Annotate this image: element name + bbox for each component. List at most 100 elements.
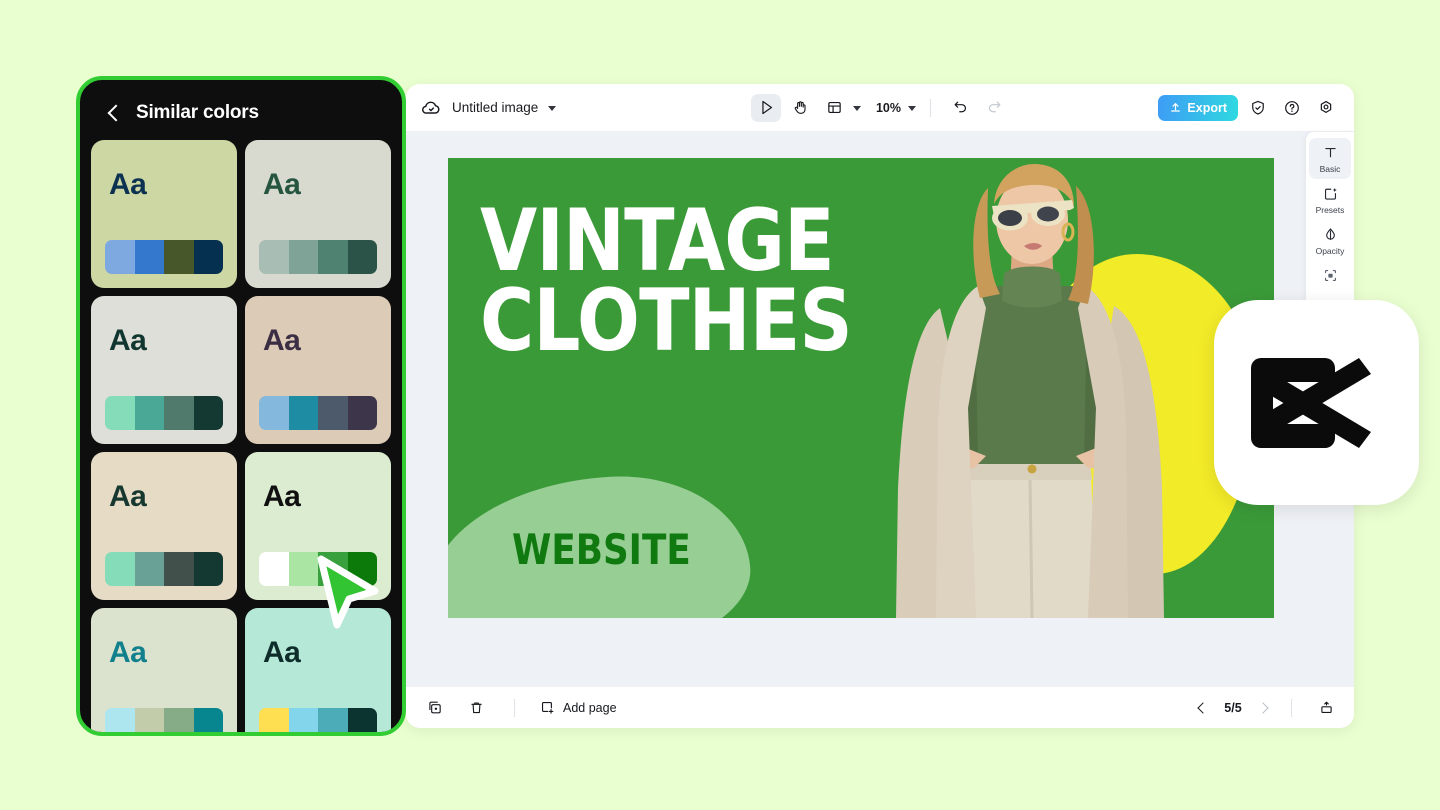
artboard-page[interactable]: VINTAGE CLOTHES WEBSITE xyxy=(448,158,1274,618)
rail-item-presets[interactable]: Presets xyxy=(1309,179,1351,220)
color-palette-card[interactable]: Aa xyxy=(245,296,391,444)
select-tool-button[interactable] xyxy=(750,93,781,122)
shield-button[interactable] xyxy=(1244,94,1272,122)
topbar-tools-group: 10% xyxy=(750,93,1009,122)
card-sample-text: Aa xyxy=(263,168,301,201)
delete-page-button[interactable] xyxy=(462,694,490,722)
color-swatch xyxy=(259,552,289,586)
color-palette-card[interactable]: Aa xyxy=(245,140,391,288)
duplicate-page-button[interactable] xyxy=(420,694,448,722)
artboard-subhead[interactable]: WEBSITE xyxy=(512,525,691,574)
right-tool-rail: Basic Presets Opacity xyxy=(1306,132,1354,322)
color-swatch xyxy=(259,708,289,732)
undo-arrow-icon xyxy=(954,101,966,113)
capcut-logo-icon xyxy=(1250,357,1371,448)
hand-pan-icon xyxy=(794,101,806,114)
page-indicator: 5/5 xyxy=(1224,700,1242,715)
next-page-button[interactable] xyxy=(1257,701,1271,715)
color-swatch xyxy=(193,240,223,274)
panel-header: Similar colors xyxy=(80,80,402,140)
color-palette-card[interactable]: Aa xyxy=(245,608,391,732)
color-swatch xyxy=(259,240,289,274)
color-palette-card[interactable]: Aa xyxy=(245,452,391,600)
rail-item-opacity[interactable]: Opacity xyxy=(1309,220,1351,261)
layout-grid-icon xyxy=(827,101,841,114)
zoom-level-value[interactable]: 10% xyxy=(873,101,904,115)
presets-sparkle-icon xyxy=(1324,187,1337,200)
undo-button[interactable] xyxy=(945,94,975,122)
card-swatch-row xyxy=(259,552,377,586)
card-sample-text: Aa xyxy=(263,324,301,357)
color-palette-card[interactable]: Aa xyxy=(91,452,237,600)
capcut-logo xyxy=(1214,300,1419,505)
title-chevron-down-icon[interactable] xyxy=(548,106,557,111)
layout-chevron-down-icon[interactable] xyxy=(852,106,861,111)
color-swatch xyxy=(105,240,135,274)
color-swatch xyxy=(318,552,348,586)
color-palette-card[interactable]: Aa xyxy=(91,140,237,288)
color-swatch xyxy=(288,552,318,586)
artboard-headline[interactable]: VINTAGE CLOTHES xyxy=(480,198,853,364)
add-page-button[interactable]: Add page xyxy=(539,699,617,716)
color-swatch xyxy=(134,708,164,732)
card-swatch-row xyxy=(105,240,223,274)
color-swatch xyxy=(164,240,194,274)
export-button-label: Export xyxy=(1187,100,1227,115)
color-swatch xyxy=(105,708,135,732)
color-swatch xyxy=(288,240,318,274)
canvas-area[interactable]: VINTAGE CLOTHES WEBSITE Basic Presets Op… xyxy=(406,132,1354,686)
color-swatch xyxy=(164,396,194,430)
color-swatch xyxy=(288,396,318,430)
card-sample-text: Aa xyxy=(109,324,147,357)
color-swatch xyxy=(193,708,223,732)
rail-label-presets: Presets xyxy=(1315,205,1345,215)
help-button[interactable] xyxy=(1278,94,1306,122)
cloud-sync-icon[interactable] xyxy=(420,97,442,119)
color-swatch xyxy=(288,708,318,732)
present-export-icon xyxy=(1320,701,1332,714)
redo-arrow-icon xyxy=(988,101,1000,113)
hand-tool-button[interactable] xyxy=(785,94,815,122)
bottombar-left-group: Add page xyxy=(420,694,617,722)
rail-label-basic: Basic xyxy=(1319,164,1341,174)
card-swatch-row xyxy=(105,708,223,732)
upload-icon xyxy=(1171,103,1181,112)
rail-item-crop[interactable] xyxy=(1309,261,1351,292)
color-swatch xyxy=(164,552,194,586)
settings-button[interactable] xyxy=(1312,94,1340,122)
color-swatch xyxy=(318,240,348,274)
rail-item-basic[interactable]: Basic xyxy=(1309,138,1351,179)
card-sample-text: Aa xyxy=(109,480,147,513)
opacity-droplet-icon xyxy=(1325,228,1335,240)
gear-icon xyxy=(1320,100,1332,113)
redo-button[interactable] xyxy=(979,94,1009,122)
color-swatch xyxy=(134,552,164,586)
color-swatch xyxy=(193,552,223,586)
back-chevron-left-icon[interactable] xyxy=(106,105,122,121)
prev-page-button[interactable] xyxy=(1195,701,1209,715)
present-button[interactable] xyxy=(1312,694,1340,722)
card-swatch-row xyxy=(105,552,223,586)
toolbar-divider xyxy=(930,98,932,117)
duplicate-page-icon xyxy=(428,701,441,714)
document-title[interactable]: Untitled image xyxy=(452,100,538,115)
card-swatch-row xyxy=(259,240,377,274)
color-swatch xyxy=(105,396,135,430)
similar-colors-panel: Similar colors Aa Aa Aa Aa Aa Aa Aa Aa xyxy=(76,76,406,736)
zoom-chevron-down-icon[interactable] xyxy=(908,106,917,111)
color-swatch xyxy=(347,396,377,430)
color-palette-card[interactable]: Aa xyxy=(91,608,237,732)
topbar-right-group: Export xyxy=(1158,94,1340,122)
color-swatch xyxy=(318,708,348,732)
card-sample-text: Aa xyxy=(263,480,301,513)
card-sample-text: Aa xyxy=(263,636,301,669)
export-button[interactable]: Export xyxy=(1158,94,1238,121)
color-palette-card[interactable]: Aa xyxy=(91,296,237,444)
panel-title: Similar colors xyxy=(136,102,259,123)
bottombar-divider-2 xyxy=(1291,698,1292,717)
color-swatch xyxy=(318,396,348,430)
color-swatch xyxy=(134,396,164,430)
layout-tool-button[interactable] xyxy=(819,94,849,122)
bottombar-divider xyxy=(514,698,515,717)
card-sample-text: Aa xyxy=(109,636,147,669)
